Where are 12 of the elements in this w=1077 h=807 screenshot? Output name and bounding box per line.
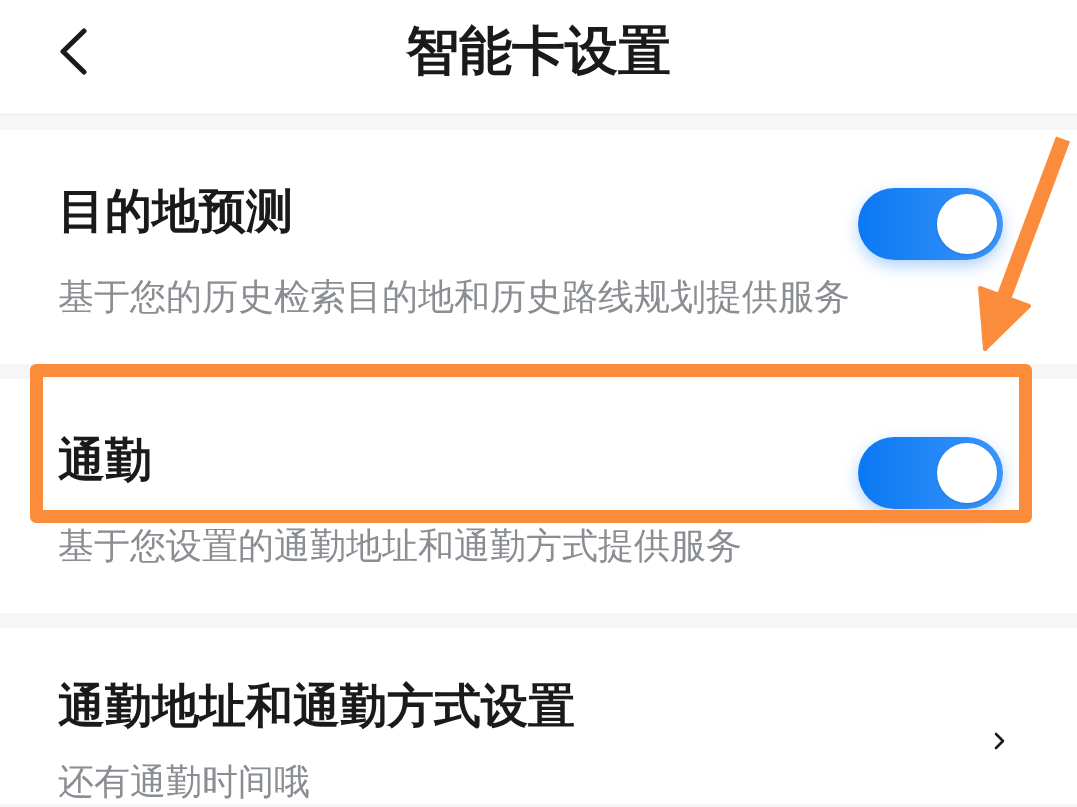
page-title: 智能卡设置 — [406, 19, 671, 83]
section-title: 通勤 — [58, 432, 152, 488]
section-description: 基于您设置的通勤地址和通勤方式提供服务 — [58, 524, 743, 568]
section-description: 基于您的历史检索目的地和历史路线规划提供服务 — [58, 275, 851, 319]
back-icon[interactable] — [58, 27, 88, 75]
settings-section[interactable]: 通勤地址和通勤方式设置 还有通勤时间哦 — [0, 628, 1077, 804]
toggle-switch[interactable] — [858, 437, 1003, 509]
section-title: 通勤地址和通勤方式设置 — [58, 678, 575, 734]
section-title: 目的地预测 — [58, 183, 293, 239]
chevron-right-icon — [994, 732, 1005, 750]
toggle-switch[interactable] — [858, 188, 1003, 260]
section-description: 还有通勤时间哦 — [58, 760, 311, 804]
